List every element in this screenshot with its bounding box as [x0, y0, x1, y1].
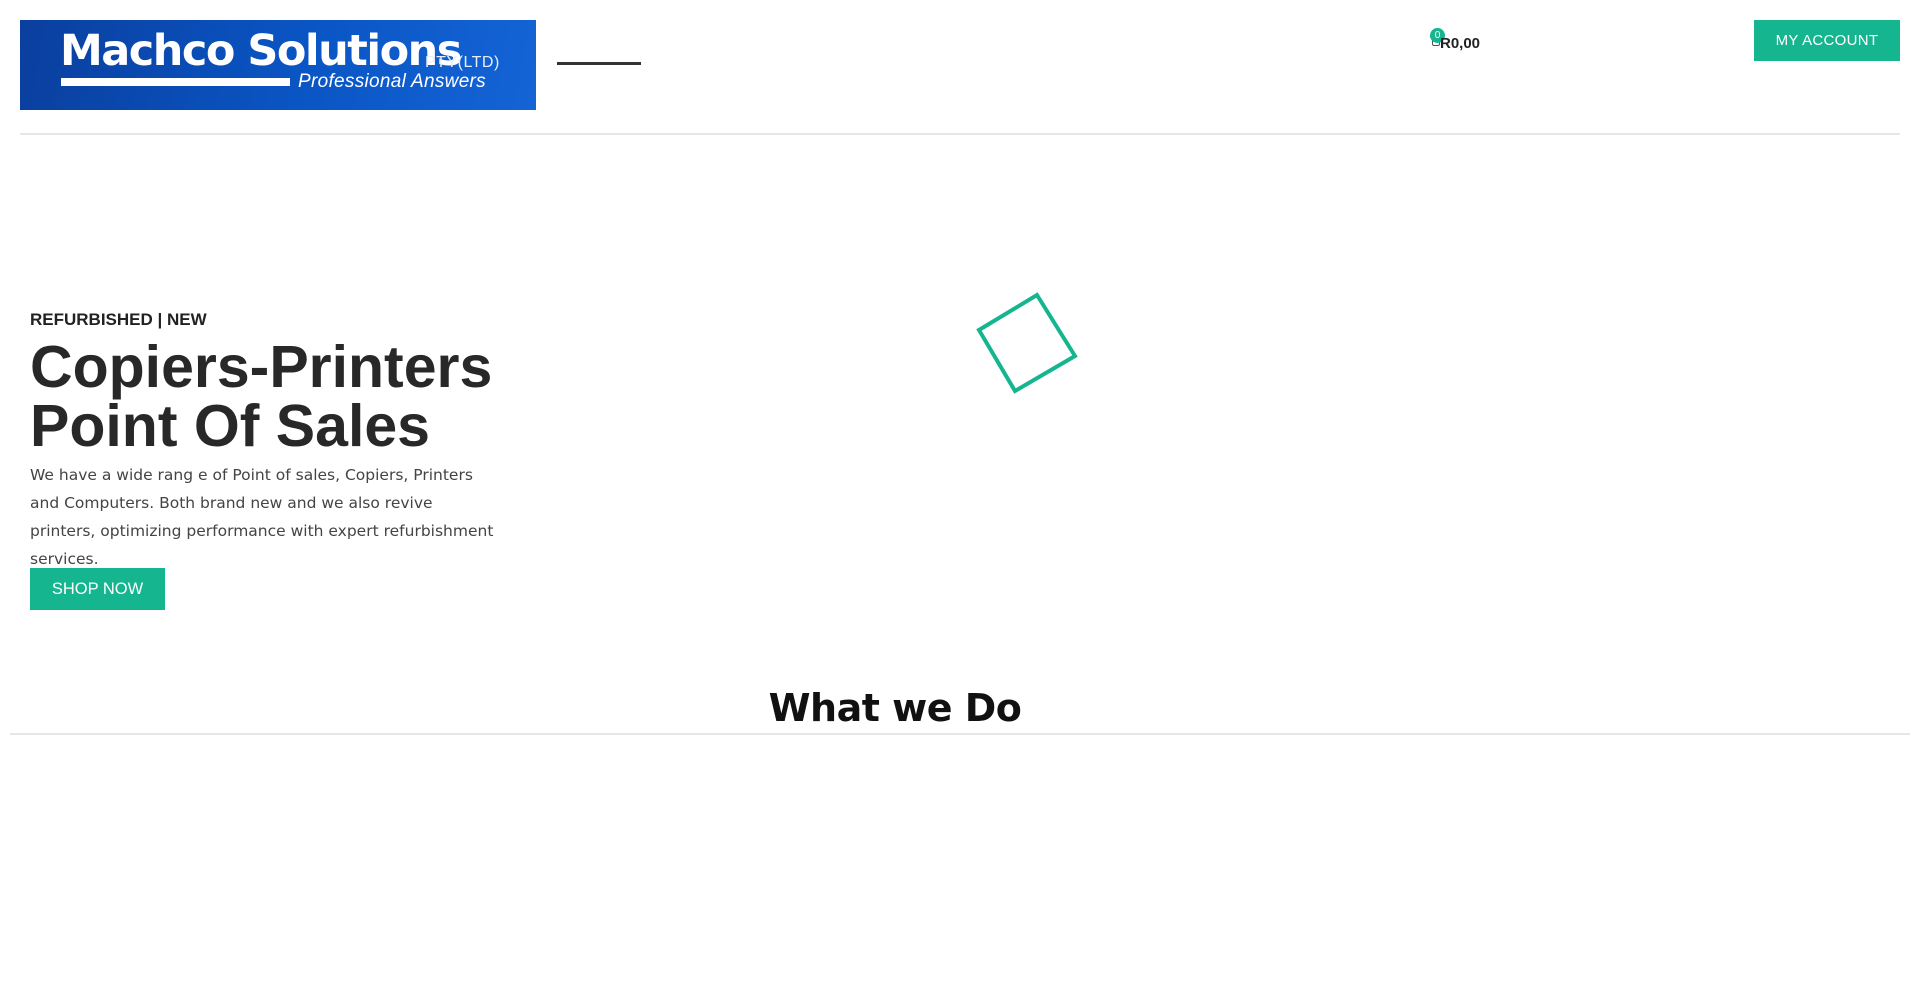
cart-total: R0,00	[1440, 35, 1481, 52]
logo-suffix: PTY(LTD)	[425, 54, 500, 71]
site-logo[interactable]: Machco Solutions PTY(LTD) Professional A…	[20, 20, 536, 110]
shop-now-button[interactable]: SHOP NOW	[30, 568, 165, 610]
section-title-what-we-do: What we Do	[768, 686, 1022, 730]
cart-link[interactable]: 0 R0,00	[1430, 28, 1530, 58]
section-divider	[10, 733, 1910, 735]
hero-title-line-2: Point Of Sales	[30, 393, 430, 459]
nav-menu-toggle[interactable]	[557, 62, 641, 65]
my-account-button[interactable]: MY ACCOUNT	[1754, 20, 1900, 61]
logo-underline	[61, 78, 290, 86]
hero-title-line-1: Copiers-Printers	[30, 334, 493, 400]
hero-title: Copiers-Printers Point Of Sales	[30, 338, 492, 456]
logo-tagline: Professional Answers	[298, 71, 486, 92]
decorative-square-outline	[976, 292, 1078, 394]
hero-description: We have a wide rang e of Point of sales,…	[30, 466, 494, 568]
header-divider	[20, 133, 1900, 135]
hero-eyebrow: REFURBISHED | NEW	[30, 310, 207, 329]
logo-brand-text: Machco Solutions	[60, 26, 462, 76]
